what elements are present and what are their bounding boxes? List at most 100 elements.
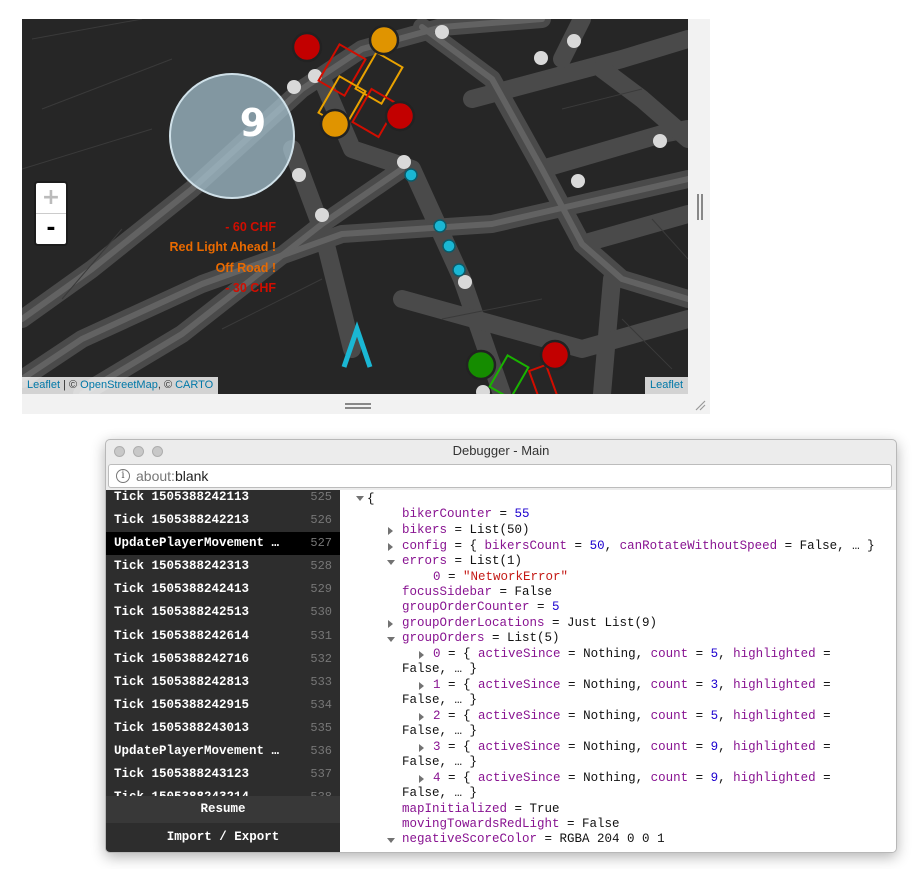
expand-group-order-icon[interactable] bbox=[419, 744, 424, 752]
resume-button[interactable]: Resume bbox=[106, 796, 340, 823]
expand-groupOrderLocations-icon[interactable] bbox=[388, 620, 393, 628]
message-index: 533 bbox=[310, 674, 332, 689]
attribution-sep-2: , © bbox=[157, 379, 176, 391]
message-index: 531 bbox=[310, 628, 332, 643]
message-row[interactable]: Tick 1505388242513 530 bbox=[106, 601, 340, 624]
horizontal-resize-handle[interactable] bbox=[345, 403, 371, 409]
message-label: Tick 1505388242113 bbox=[114, 490, 250, 504]
zoom-control: + - bbox=[34, 181, 68, 246]
group-order-item-cont: False, … } bbox=[402, 724, 478, 738]
message-label: Tick 1505388243013 bbox=[114, 720, 250, 735]
attribution-sep: | © bbox=[60, 379, 81, 391]
message-row[interactable]: Tick 1505388242313 528 bbox=[106, 555, 340, 578]
message-row[interactable]: Tick 1505388242813 533 bbox=[106, 671, 340, 694]
message-label: Tick 1505388242213 bbox=[114, 513, 250, 528]
expand-group-order-icon[interactable] bbox=[419, 651, 424, 659]
leaflet-link[interactable]: Leaflet bbox=[27, 379, 60, 391]
message-row[interactable]: Tick 1505388242915 534 bbox=[106, 694, 340, 717]
field-negativeScoreColor[interactable]: negativeScoreColor = RGBA 204 0 0 1 bbox=[402, 832, 665, 847]
expand-bikers-icon[interactable] bbox=[388, 527, 393, 535]
carto-link[interactable]: CARTO bbox=[175, 379, 213, 391]
off-road-message: Off Road ! bbox=[215, 261, 276, 275]
penalty-message: - 30 CHF bbox=[225, 281, 276, 295]
message-row[interactable]: Tick 1505388243013 535 bbox=[106, 717, 340, 740]
info-icon[interactable]: i bbox=[116, 469, 130, 483]
message-list[interactable]: Tick 1505388242113 525 Tick 1505388242213 5… bbox=[106, 490, 340, 796]
message-row[interactable]: Tick 1505388242614 531 bbox=[106, 625, 340, 648]
collapse-negativeScoreColor-icon[interactable] bbox=[387, 838, 395, 843]
group-order-item[interactable]: 4 = { activeSince = Nothing, count = 9, … bbox=[433, 771, 831, 786]
message-label: Tick 1505388242813 bbox=[114, 674, 250, 689]
message-index: 526 bbox=[310, 513, 332, 528]
close-window-button[interactable] bbox=[114, 446, 125, 457]
expand-root-icon[interactable] bbox=[356, 496, 364, 501]
message-label: Tick 1505388242413 bbox=[114, 582, 250, 597]
url-rest: blank bbox=[174, 468, 209, 484]
message-index: 534 bbox=[310, 697, 332, 712]
message-row[interactable]: Tick 1505388242413 529 bbox=[106, 578, 340, 601]
field-bikers[interactable]: bikers = List(50) bbox=[402, 523, 530, 538]
group-order-item[interactable]: 2 = { activeSince = Nothing, count = 5, … bbox=[433, 709, 831, 724]
field-movingTowardsRedLight: movingTowardsRedLight = False bbox=[402, 817, 620, 831]
zoom-window-button[interactable] bbox=[152, 446, 163, 457]
model-open: { bbox=[367, 492, 375, 506]
message-label: Tick 1505388243123 bbox=[114, 767, 250, 782]
minimize-window-button[interactable] bbox=[133, 446, 144, 457]
group-order-item[interactable]: 1 = { activeSince = Nothing, count = 3, … bbox=[433, 678, 831, 693]
message-row[interactable]: Tick 1505388242113 525 bbox=[106, 490, 340, 509]
message-index: 530 bbox=[310, 605, 332, 620]
group-order-item[interactable]: 0 = { activeSince = Nothing, count = 5, … bbox=[433, 647, 831, 662]
expand-group-order-icon[interactable] bbox=[419, 682, 424, 690]
zoom-out-button[interactable]: - bbox=[36, 214, 66, 244]
map-attribution: Leaflet | © OpenStreetMap, © CARTO bbox=[22, 377, 219, 394]
leaflet-link-right[interactable]: Leaflet bbox=[650, 379, 683, 391]
message-index: 538 bbox=[310, 786, 332, 796]
message-index: 536 bbox=[310, 744, 332, 759]
errors-item-0: 0 = "NetworkError" bbox=[433, 570, 569, 584]
message-row[interactable]: Tick 1505388243123 537 bbox=[106, 763, 340, 786]
cluster-count: 9 bbox=[239, 101, 267, 145]
message-row[interactable]: UpdatePlayerMovement … 527 bbox=[106, 532, 340, 556]
message-index: 525 bbox=[310, 490, 332, 504]
url-scheme: about: bbox=[136, 468, 175, 484]
zoom-in-button[interactable]: + bbox=[36, 183, 66, 214]
url-text: about:blank bbox=[136, 465, 208, 487]
field-mapInitialized: mapInitialized = True bbox=[402, 802, 560, 816]
collapse-groupOrders-icon[interactable] bbox=[387, 637, 395, 642]
collapse-errors-icon[interactable] bbox=[387, 560, 395, 565]
field-bikerCounter: bikerCounter = 55 bbox=[402, 507, 530, 521]
message-index: 532 bbox=[310, 651, 332, 666]
expand-group-order-icon[interactable] bbox=[419, 775, 424, 783]
address-bar[interactable]: i about:blank bbox=[108, 464, 892, 488]
expand-config-icon[interactable] bbox=[388, 543, 393, 551]
message-label: Tick 1505388242513 bbox=[114, 605, 250, 620]
message-row[interactable]: Tick 1505388242213 526 bbox=[106, 509, 340, 532]
group-order-item[interactable]: 3 = { activeSince = Nothing, count = 9, … bbox=[433, 740, 831, 755]
group-order-item-cont: False, … } bbox=[402, 755, 478, 769]
message-row[interactable]: UpdatePlayerMovement … 536 bbox=[106, 740, 340, 763]
score-message: - 60 CHF bbox=[225, 220, 276, 234]
osm-link[interactable]: OpenStreetMap bbox=[80, 379, 158, 391]
resize-corner-icon[interactable] bbox=[694, 399, 706, 411]
red-light-message: Red Light Ahead ! bbox=[169, 240, 276, 254]
field-errors[interactable]: errors = List(1) bbox=[402, 554, 522, 569]
field-groupOrders[interactable]: groupOrders = List(5) bbox=[402, 631, 560, 646]
message-row[interactable]: Tick 1505388243214 538 bbox=[106, 786, 340, 796]
leaflet-map[interactable]: 9 + - - 60 CHF Red Light Ahead ! Off Roa… bbox=[22, 19, 688, 394]
message-index: 528 bbox=[310, 559, 332, 574]
expand-group-order-icon[interactable] bbox=[419, 713, 424, 721]
map-panel: 9 + - - 60 CHF Red Light Ahead ! Off Roa… bbox=[22, 19, 710, 414]
model-inspector: { bikerCounter = 55 bikers = List(50) co… bbox=[340, 490, 896, 852]
message-index: 529 bbox=[310, 582, 332, 597]
field-groupOrderLocations[interactable]: groupOrderLocations = Just List(9) bbox=[402, 616, 657, 631]
message-row[interactable]: Tick 1505388242716 532 bbox=[106, 648, 340, 671]
map-attribution-right: Leaflet bbox=[644, 377, 688, 394]
import-export-button[interactable]: Import / Export bbox=[106, 824, 340, 851]
window-title: Debugger - Main bbox=[452, 443, 550, 458]
field-focusSidebar: focusSidebar = False bbox=[402, 585, 553, 599]
field-config[interactable]: config = { bikersCount = 50, canRotateWi… bbox=[402, 539, 875, 554]
message-label: Tick 1505388243214 bbox=[114, 786, 249, 796]
message-index: 537 bbox=[310, 767, 332, 782]
vertical-resize-handle[interactable] bbox=[697, 194, 703, 220]
message-label: UpdatePlayerMovement … bbox=[114, 744, 280, 759]
